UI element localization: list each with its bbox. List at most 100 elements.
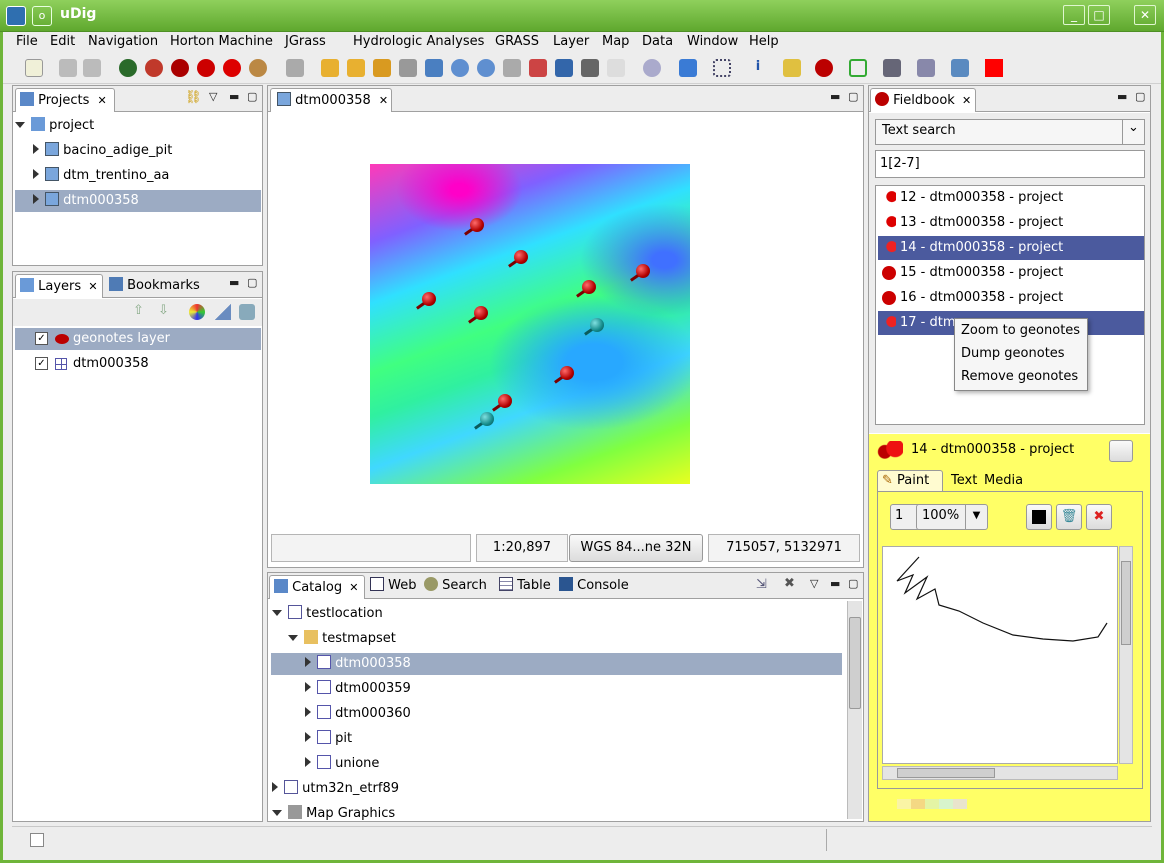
move-up-icon[interactable]: ⇧: [133, 303, 144, 318]
expand-icon[interactable]: [272, 782, 278, 792]
menu-edit[interactable]: Edit: [50, 34, 75, 49]
expand-icon[interactable]: [272, 810, 282, 816]
new-item-icon[interactable]: [30, 833, 44, 847]
tab-paint[interactable]: ✎ Paint: [877, 470, 943, 491]
view-menu-icon[interactable]: ▽: [209, 90, 217, 103]
drawing-canvas[interactable]: [882, 546, 1118, 764]
tree-project-root[interactable]: project: [15, 115, 261, 137]
back-icon[interactable]: [321, 59, 339, 77]
expand-icon[interactable]: [15, 122, 25, 128]
close-button[interactable]: ✕: [1134, 5, 1156, 25]
tab-catalog[interactable]: Catalog ✕: [269, 575, 365, 599]
tree-item-dtm000358[interactable]: dtm000358: [15, 190, 261, 212]
forward-icon[interactable]: [347, 59, 365, 77]
search-mode-select[interactable]: Text search ⌄: [875, 119, 1145, 145]
scale-field[interactable]: 1:20,897: [476, 534, 568, 562]
refresh-icon[interactable]: [373, 59, 391, 77]
monitor-icon[interactable]: [555, 59, 573, 77]
geonote-pin-selected-icon[interactable]: [472, 412, 494, 434]
visibility-checkbox[interactable]: ✓: [35, 332, 48, 345]
catalog-item-testlocation[interactable]: testlocation: [272, 603, 383, 625]
geonote-pin-icon[interactable]: [628, 264, 650, 286]
tab-projects[interactable]: Projects ✕: [15, 88, 115, 112]
menu-grass[interactable]: GRASS: [495, 34, 539, 49]
minimize-icon[interactable]: ▬: [229, 276, 239, 289]
list-item[interactable]: 16 - dtm000358 - project: [878, 286, 1144, 310]
stop-icon[interactable]: [286, 59, 304, 77]
move-tool-icon[interactable]: [679, 59, 697, 77]
catalog-item-utm32n[interactable]: utm32n_etrf89: [272, 778, 399, 800]
move-down-icon[interactable]: ⇩: [158, 303, 169, 318]
catalog-scrollbar[interactable]: [847, 601, 862, 819]
close-icon[interactable]: ✕: [88, 280, 97, 293]
horton-tool-4-icon[interactable]: [197, 59, 215, 77]
list-item-selected[interactable]: 14 - dtm000358 - project: [878, 236, 1144, 260]
palette-swatches[interactable]: [897, 799, 967, 809]
expand-icon[interactable]: [272, 610, 282, 616]
tab-table[interactable]: Table: [499, 577, 551, 593]
expand-icon[interactable]: [33, 169, 39, 179]
catalog-item-dtm000360[interactable]: dtm000360: [305, 703, 411, 725]
save-icon[interactable]: [1109, 440, 1133, 462]
view-menu-icon[interactable]: ▽: [810, 577, 818, 590]
catalog-item-map-graphics[interactable]: Map Graphics: [272, 803, 395, 821]
geonote-pin-icon[interactable]: [466, 306, 488, 328]
zoom-extent-icon[interactable]: [425, 59, 443, 77]
maximize-icon[interactable]: ▢: [848, 90, 858, 103]
trash-icon[interactable]: 🗑: [1056, 504, 1082, 530]
tab-console[interactable]: Console: [559, 577, 629, 593]
vertex-tool-icon[interactable]: [917, 59, 935, 77]
menu-map[interactable]: Map: [602, 34, 629, 49]
link-icon[interactable]: ⛓: [185, 90, 202, 105]
geonote-pin-icon[interactable]: [414, 292, 436, 314]
arrow-icon[interactable]: [581, 59, 599, 77]
expand-icon[interactable]: [305, 732, 311, 742]
tab-search[interactable]: Search: [424, 577, 487, 593]
expand-icon[interactable]: [33, 144, 39, 154]
maximize-icon[interactable]: ▢: [848, 577, 858, 590]
expand-icon[interactable]: [33, 194, 39, 204]
pan-icon[interactable]: [503, 59, 521, 77]
horton-tool-3-icon[interactable]: [171, 59, 189, 77]
line-tool-icon[interactable]: [883, 59, 901, 77]
close-icon[interactable]: ✕: [379, 94, 388, 107]
info-icon[interactable]: i: [749, 59, 767, 77]
minimize-button[interactable]: _: [1063, 5, 1085, 25]
eraser-icon[interactable]: [607, 59, 625, 77]
geonote-pin-selected-icon[interactable]: [582, 318, 604, 340]
horizontal-scrollbar[interactable]: [882, 766, 1118, 780]
menu-item-dump-geonotes[interactable]: Dump geonotes: [955, 342, 1087, 365]
edit-tool-icon[interactable]: [783, 59, 801, 77]
geonote-pin-icon[interactable]: [574, 280, 596, 302]
maximize-button[interactable]: □: [1088, 5, 1110, 25]
horton-tool-6-icon[interactable]: [249, 59, 267, 77]
menu-horton-machine[interactable]: Horton Machine: [170, 34, 273, 49]
vertical-scrollbar[interactable]: [1119, 546, 1133, 764]
scroll-thumb[interactable]: [1121, 561, 1131, 645]
remove-icon[interactable]: ✖: [784, 576, 795, 591]
select-box-icon[interactable]: [713, 59, 731, 77]
layer-dtm000358[interactable]: ✓ dtm000358: [15, 353, 261, 375]
minimize-icon[interactable]: ▬: [1117, 90, 1127, 103]
clear-drawing-icon[interactable]: ✖: [1086, 504, 1112, 530]
maximize-icon[interactable]: ▢: [1135, 90, 1145, 103]
close-icon[interactable]: ✕: [98, 94, 107, 107]
rectangle-tool-icon[interactable]: [849, 59, 867, 77]
close-icon[interactable]: ✕: [962, 94, 971, 107]
tab-text[interactable]: Text: [951, 473, 977, 488]
crs-button[interactable]: WGS 84...ne 32N: [569, 534, 703, 562]
zoom-in-icon[interactable]: [451, 59, 469, 77]
expand-icon[interactable]: [305, 657, 311, 667]
expand-icon[interactable]: [305, 682, 311, 692]
expand-icon[interactable]: [288, 635, 298, 641]
geonote-pin-icon[interactable]: [462, 218, 484, 240]
horton-tool-1-icon[interactable]: [119, 59, 137, 77]
horton-tool-5-icon[interactable]: [223, 59, 241, 77]
minimize-icon[interactable]: ▬: [830, 90, 840, 103]
menu-navigation[interactable]: Navigation: [88, 34, 158, 49]
menu-layer[interactable]: Layer: [553, 34, 589, 49]
chevron-down-icon[interactable]: ⌄: [1122, 120, 1144, 144]
layer-tool-icon[interactable]: [215, 304, 231, 320]
geonote-tool-icon[interactable]: [815, 59, 833, 77]
menu-window[interactable]: Window: [687, 34, 738, 49]
